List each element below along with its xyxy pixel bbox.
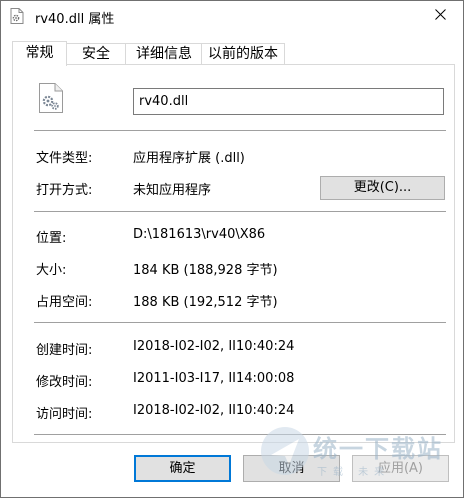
dll-gear-file-icon <box>38 82 64 118</box>
tab-general[interactable]: 常规 <box>12 41 67 66</box>
modified-label: 修改时间: <box>36 375 93 390</box>
change-button[interactable]: 更改(C)... <box>320 176 445 200</box>
separator <box>34 130 446 131</box>
file-type-label: 文件类型: <box>36 151 93 166</box>
modified-value: I2011-I03-I17, II14:00:08 <box>133 371 295 386</box>
general-panel: rv40.dll 文件类型: 应用程序扩展 (.dll) 打开方式: 未知应用程… <box>12 64 455 443</box>
tab-details[interactable]: 详细信息 <box>125 43 203 65</box>
file-name-input[interactable]: rv40.dll <box>133 88 444 115</box>
close-button[interactable] <box>417 1 463 31</box>
window-title: rv40.dll 属性 <box>35 12 115 27</box>
tab-security[interactable]: 安全 <box>65 43 127 65</box>
location-value: D:\181613\rv40\X86 <box>133 227 266 242</box>
size-value: 184 KB (188,928 字节) <box>133 263 278 278</box>
dll-file-icon <box>10 8 24 24</box>
ok-button[interactable]: 确定 <box>134 455 231 482</box>
title-bar[interactable]: rv40.dll 属性 <box>1 1 463 31</box>
close-icon <box>434 8 446 24</box>
separator <box>34 434 446 435</box>
cancel-button[interactable]: 取消 <box>243 455 340 482</box>
size-label: 大小: <box>36 263 67 278</box>
accessed-label: 访问时间: <box>36 407 93 422</box>
created-label: 创建时间: <box>36 343 93 358</box>
location-label: 位置: <box>36 231 67 246</box>
tab-previous-versions[interactable]: 以前的版本 <box>201 43 285 65</box>
accessed-value: I2018-I02-I02, II10:40:24 <box>133 403 295 418</box>
size-on-disk-label: 占用空间: <box>36 295 93 310</box>
opens-with-value: 未知应用程序 <box>133 183 212 198</box>
file-type-value: 应用程序扩展 (.dll) <box>133 151 245 166</box>
created-value: I2018-I02-I02, II10:40:24 <box>133 339 295 354</box>
separator <box>34 322 446 323</box>
separator <box>34 211 446 212</box>
opens-with-label: 打开方式: <box>36 183 93 198</box>
properties-dialog: rv40.dll 属性 常规 安全 详细信息 以前的版本 rv40.dll 文件… <box>0 0 464 498</box>
size-on-disk-value: 188 KB (192,512 字节) <box>133 295 278 310</box>
apply-button[interactable]: 应用(A) <box>352 455 449 482</box>
